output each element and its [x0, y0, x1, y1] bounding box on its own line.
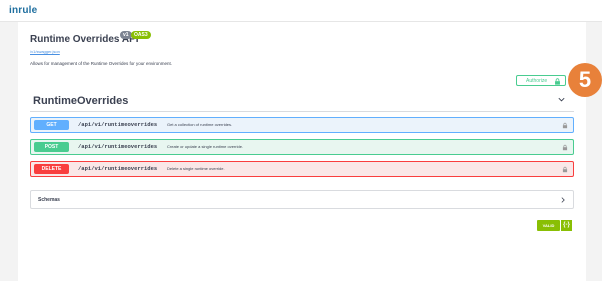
chevron-right-icon[interactable]	[559, 196, 567, 204]
brand-logo[interactable]: inrule	[9, 5, 37, 16]
operation-summary: Create or update a single runtime overri…	[167, 144, 244, 149]
lock-icon[interactable]	[562, 166, 568, 173]
authorize-label: Authorize	[526, 78, 548, 84]
schemas-section[interactable]: Schemas	[30, 190, 574, 209]
top-bar: inrule	[0, 0, 602, 22]
operation-delete[interactable]: DELETE /api/v1/runtimeoverrides Delete a…	[30, 161, 574, 177]
schemas-label: Schemas	[38, 197, 60, 203]
chevron-down-icon[interactable]	[557, 95, 566, 104]
step-number-badge: 5	[568, 63, 602, 97]
operation-summary: Get a collection of runtime overrides.	[167, 122, 233, 127]
operation-get[interactable]: GET /api/v1/runtimeoverrides Get a colle…	[30, 117, 574, 133]
version-badge: v1	[120, 31, 132, 39]
section-divider	[30, 111, 574, 112]
operation-path: /api/v1/runtimeoverrides	[78, 165, 158, 172]
operation-post[interactable]: POST /api/v1/runtimeoverrides Create or …	[30, 139, 574, 155]
operation-path: /api/v1/runtimeoverrides	[78, 143, 158, 150]
lock-icon[interactable]	[562, 122, 568, 129]
method-badge: GET	[34, 120, 69, 130]
validator-badge[interactable]: VALID	[537, 220, 560, 231]
method-badge: POST	[34, 142, 69, 152]
api-description: Allows for management of the Runtime Ove…	[30, 61, 173, 66]
lock-icon	[555, 78, 560, 85]
operation-path: /api/v1/runtimeoverrides	[78, 121, 158, 128]
authorize-button[interactable]: Authorize	[516, 75, 566, 86]
section-title[interactable]: RuntimeOverrides	[33, 95, 128, 107]
validator-icon[interactable]: {-}	[560, 220, 572, 231]
swagger-page: Runtime Overrides API v1 OAS3 /v1/swagge…	[18, 22, 602, 281]
spec-link[interactable]: /v1/swagger.json	[30, 49, 60, 54]
lock-icon[interactable]	[562, 144, 568, 151]
operation-summary: Delete a single runtime override.	[167, 166, 225, 171]
method-badge: DELETE	[34, 164, 69, 174]
oas-badge: OAS3	[131, 31, 151, 39]
